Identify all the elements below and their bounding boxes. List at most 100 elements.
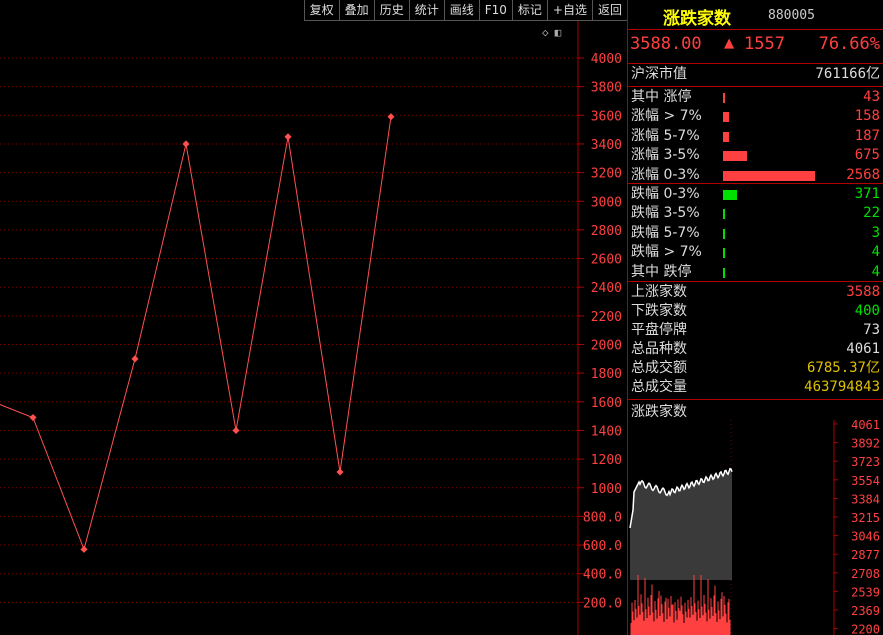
stat-label: 总品种数 xyxy=(631,341,687,357)
mini-chart-title: 涨跌家数 xyxy=(631,404,687,420)
row-label: 跌幅 0-3% xyxy=(631,186,700,202)
level-bar xyxy=(723,209,725,220)
mini-tick-label: 2877 xyxy=(851,548,880,562)
row-value: 2568 xyxy=(846,166,880,183)
level-bar xyxy=(723,267,725,278)
y-tick-label: 1600 xyxy=(591,396,622,411)
y-tick-label: 3600 xyxy=(591,109,622,124)
series-line xyxy=(0,116,392,551)
level-bar xyxy=(723,248,725,259)
stat-value: 73 xyxy=(863,322,880,338)
stat-value: 3588 xyxy=(846,284,880,300)
toolbar: 复权 叠加 历史 统计 画线 F10 标记 +自选 返回 xyxy=(303,0,627,21)
market-cap-label: 沪深市值 xyxy=(631,66,687,82)
line-chart[interactable]: 4000 3800 3600 3400 3200 3000 2800 2600 2400 2200… xyxy=(0,0,627,635)
level-bar xyxy=(723,131,729,142)
stat-value: 4061 xyxy=(846,341,880,357)
row-value: 158 xyxy=(854,108,880,125)
level-bar xyxy=(723,170,815,181)
mini-tick-label: 4061 xyxy=(851,420,880,432)
y-tick-label: 2800 xyxy=(591,224,622,239)
up-row: 涨幅 0-3% 2568 xyxy=(628,166,883,185)
down-row: 其中 跌停 4 xyxy=(628,263,883,282)
toolbar-button-2[interactable]: 历史 xyxy=(373,0,409,21)
level-bar xyxy=(723,228,725,239)
toolbar-button-6[interactable]: 标记 xyxy=(511,0,547,21)
stat-row: 上涨家数 3588 xyxy=(628,283,883,302)
toolbar-button-4[interactable]: 画线 xyxy=(443,0,479,21)
down-row: 跌幅 3-5% 22 xyxy=(628,204,883,223)
mini-tick-label: 3892 xyxy=(851,437,880,451)
y-tick-label: 400.0 xyxy=(583,568,622,583)
y-tick-label: 2400 xyxy=(591,281,622,296)
y-tick-label: 1400 xyxy=(591,424,622,439)
y-tick-label: 1200 xyxy=(591,453,622,468)
mini-chart: 4061 3892 3723 3554 3384 3215 3046 2877 2708 2539… xyxy=(629,420,880,635)
row-label: 跌幅 5-7% xyxy=(631,224,700,241)
row-label: 涨幅 0-3% xyxy=(631,166,700,183)
row-label: 跌幅 3-5% xyxy=(631,205,700,222)
stat-value: 6785.37亿 xyxy=(806,360,880,376)
data-point xyxy=(29,414,37,422)
toolbar-button-3[interactable]: 统计 xyxy=(408,0,444,21)
change-pct: 76.66% xyxy=(818,34,880,54)
mini-tick-label: 2200 xyxy=(851,623,880,635)
toolbar-button-5[interactable]: F10 xyxy=(478,0,512,21)
stat-label: 上涨家数 xyxy=(631,284,687,300)
main-chart-panel[interactable]: 4000 3800 3600 3400 3200 3000 2800 2600 2400 2200… xyxy=(0,0,628,635)
mini-tick-label: 2369 xyxy=(851,604,880,618)
up-row: 其中 涨停 43 xyxy=(628,88,883,107)
y-tick-label: 1800 xyxy=(591,367,622,382)
level-bar xyxy=(723,93,725,103)
data-point xyxy=(80,545,88,553)
toolbar-button-1[interactable]: 叠加 xyxy=(338,0,374,21)
stat-label: 平盘停牌 xyxy=(631,322,687,338)
y-tick-label: 2600 xyxy=(591,253,622,268)
stat-label: 总成交额 xyxy=(631,360,687,376)
y-tick-label: 3800 xyxy=(591,81,622,96)
y-tick-label: 2000 xyxy=(591,339,622,354)
row-label: 跌幅 > 7% xyxy=(631,244,702,261)
row-value: 371 xyxy=(854,186,880,202)
row-label: 涨幅 > 7% xyxy=(631,108,702,125)
row-label: 其中 涨停 xyxy=(631,89,692,105)
stat-row: 总品种数 4061 xyxy=(628,340,883,359)
stat-row: 总成交量 463794843 xyxy=(628,378,883,397)
stat-value: 463794843 xyxy=(804,379,880,395)
row-value: 3 xyxy=(871,224,880,241)
down-row: 跌幅 > 7% 4 xyxy=(628,243,883,262)
mini-area xyxy=(630,468,732,580)
row-label: 涨幅 5-7% xyxy=(631,127,700,144)
level-bar xyxy=(723,190,737,200)
row-value: 187 xyxy=(854,127,880,144)
up-arrow-icon: ▲ xyxy=(724,33,735,53)
level-bar xyxy=(723,112,729,123)
mini-tick-label: 3215 xyxy=(851,511,880,525)
level-bar xyxy=(723,151,747,162)
down-row: 跌幅 0-3% 371 xyxy=(628,185,883,204)
mini-tick-label: 2539 xyxy=(851,585,880,599)
diamond-icon[interactable]: ◇ xyxy=(542,26,549,39)
row-label: 涨幅 3-5% xyxy=(631,147,700,164)
change: 1557 xyxy=(744,34,785,54)
price: 3588.00 xyxy=(630,34,702,54)
mini-tick-label: 3723 xyxy=(851,455,880,469)
stat-label: 下跌家数 xyxy=(631,303,687,319)
toolbar-button-0[interactable]: 复权 xyxy=(303,0,339,21)
side-panel: 涨跌家数 880005 3588.00 ▲ 1557 76.66% 沪深市值 7… xyxy=(628,0,883,635)
data-point xyxy=(131,355,139,363)
y-tick-label: 800.0 xyxy=(583,510,622,525)
up-row: 涨幅 > 7% 158 xyxy=(628,107,883,126)
y-tick-label: 3000 xyxy=(591,195,622,210)
data-point xyxy=(232,426,240,434)
stat-row: 下跌家数 400 xyxy=(628,302,883,321)
mini-tick-label: 3384 xyxy=(851,492,880,506)
window-icon[interactable]: ◧ xyxy=(555,26,562,39)
index-title: 涨跌家数 xyxy=(663,9,731,29)
y-tick-label: 2200 xyxy=(591,310,622,325)
y-tick-label: 4000 xyxy=(591,52,622,67)
toolbar-button-7[interactable]: +自选 xyxy=(546,0,592,21)
toolbar-button-8[interactable]: 返回 xyxy=(591,0,627,21)
y-tick-label: 200.0 xyxy=(583,596,622,611)
mini-tick-label: 2708 xyxy=(851,567,880,581)
